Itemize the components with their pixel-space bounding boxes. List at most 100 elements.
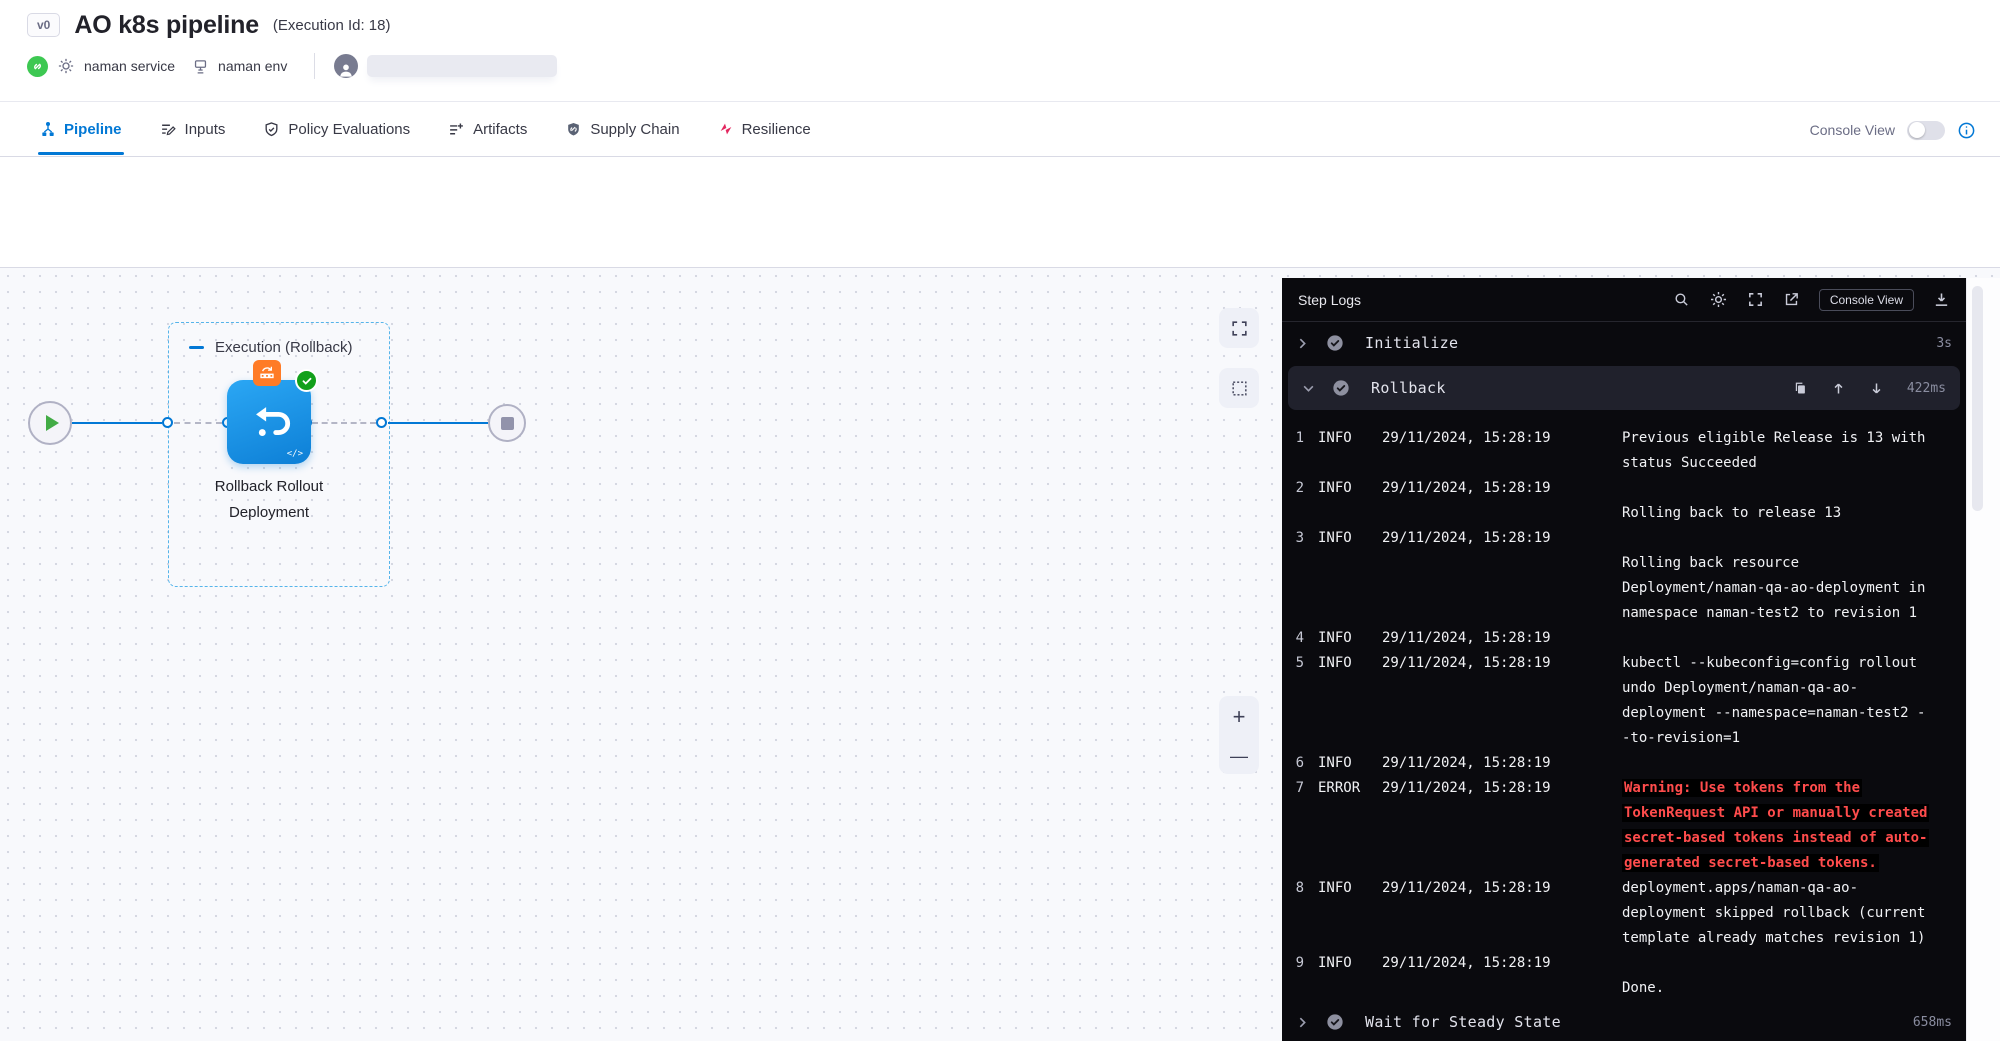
canvas-fullscreen-button[interactable] xyxy=(1219,308,1259,348)
copy-icon[interactable] xyxy=(1793,381,1808,396)
log-scrollbar[interactable] xyxy=(1966,278,2000,1041)
log-line: deployment skipped rollback (current xyxy=(1294,901,1966,926)
success-check-badge xyxy=(295,369,318,392)
shield-check-icon xyxy=(263,121,280,138)
check-circle-icon xyxy=(1332,379,1350,397)
tab-policy-evaluations[interactable]: Policy Evaluations xyxy=(263,121,410,138)
canvas-marquee-select-button[interactable] xyxy=(1219,368,1259,408)
console-view-toggle[interactable] xyxy=(1907,121,1945,140)
log-line: Rolling back to release 13 xyxy=(1294,501,1966,526)
start-node xyxy=(28,401,72,445)
chevron-down-icon xyxy=(1302,382,1315,395)
gear-icon xyxy=(57,57,75,75)
connector-port xyxy=(162,417,173,428)
arrow-down-icon[interactable] xyxy=(1869,381,1884,396)
zoom-in-button[interactable]: + xyxy=(1233,706,1246,728)
resilience-chaos-icon xyxy=(718,121,734,137)
tab-pipeline[interactable]: Pipeline xyxy=(40,121,122,138)
step-label: Initialize xyxy=(1365,334,1458,352)
check-circle-icon xyxy=(1326,1013,1344,1031)
stage-summary-bar: s1 Started at: 29/11/2024, 15:27:56 Dura… xyxy=(0,157,2000,268)
stop-icon xyxy=(501,417,514,430)
rollback-arrow-icon xyxy=(246,399,292,445)
step-label: Rollback xyxy=(1371,379,1446,397)
version-badge: v0 xyxy=(27,13,60,37)
step-label: Wait for Steady State xyxy=(1365,1013,1561,1031)
play-icon xyxy=(46,415,59,431)
artifacts-icon xyxy=(448,121,465,138)
environment-icon xyxy=(192,58,209,75)
log-line: 1INFO29/11/2024, 15:28:19Previous eligib… xyxy=(1294,426,1966,451)
execution-group-title[interactable]: Execution (Rollback) xyxy=(215,339,353,356)
canvas-zoom-controls: + — xyxy=(1219,696,1259,774)
step-duration: 422ms xyxy=(1907,381,1946,396)
tab-bar: Pipeline Inputs Policy Evaluations Artif… xyxy=(0,101,2000,157)
step-duration: 658ms xyxy=(1913,1015,1952,1030)
tab-label: Resilience xyxy=(742,121,811,138)
step-row-wait-for-steady-state[interactable]: Wait for Steady State 658ms xyxy=(1282,1001,1966,1041)
step-duration: 3s xyxy=(1936,336,1952,351)
header-service-name[interactable]: naman service xyxy=(84,58,175,74)
execution-id: (Execution Id: 18) xyxy=(273,17,391,34)
tab-label: Inputs xyxy=(185,121,226,138)
tab-artifacts[interactable]: Artifacts xyxy=(448,121,527,138)
log-line: deployment --namespace=naman-test2 - xyxy=(1294,701,1966,726)
tab-label: Pipeline xyxy=(64,121,122,138)
header-env-name[interactable]: naman env xyxy=(218,58,287,74)
fullscreen-icon[interactable] xyxy=(1747,291,1764,308)
arrow-up-icon[interactable] xyxy=(1831,381,1846,396)
inputs-icon xyxy=(160,121,177,138)
external-link-icon[interactable] xyxy=(1783,291,1800,308)
toggle-knob xyxy=(1909,122,1925,138)
log-lines: 1INFO29/11/2024, 15:28:19Previous eligib… xyxy=(1282,412,1966,1001)
info-icon[interactable] xyxy=(1957,121,1976,140)
edge-dashed-left xyxy=(174,422,222,424)
tab-inputs[interactable]: Inputs xyxy=(160,121,226,138)
log-line: namespace naman-test2 to revision 1 xyxy=(1294,601,1966,626)
edge-end xyxy=(388,422,488,424)
edge-dashed-right xyxy=(312,422,376,424)
pipeline-icon xyxy=(40,121,56,137)
connector-port xyxy=(376,417,387,428)
console-view-button[interactable]: Console View xyxy=(1819,289,1914,311)
pipeline-execution-page: v0 AO k8s pipeline (Execution Id: 18) na… xyxy=(0,0,2000,1041)
scrollbar-thumb[interactable] xyxy=(1972,286,1983,511)
node-label: Rollback Rollout Deployment xyxy=(169,474,369,526)
rollout-badge-icon xyxy=(253,360,281,386)
step-logs-title: Step Logs xyxy=(1298,292,1361,308)
chevron-right-icon xyxy=(1296,337,1309,350)
log-line: secret-based tokens instead of auto- xyxy=(1294,826,1966,851)
log-line: 5INFO29/11/2024, 15:28:19kubectl --kubec… xyxy=(1294,651,1966,676)
log-line: generated secret-based tokens. xyxy=(1294,851,1966,876)
edge-start xyxy=(72,422,162,424)
header-meta: naman service naman env xyxy=(27,52,557,80)
tab-resilience[interactable]: Resilience xyxy=(718,121,811,138)
log-line: 4INFO29/11/2024, 15:28:19 xyxy=(1294,626,1966,651)
log-line: 9INFO29/11/2024, 15:28:19 xyxy=(1294,951,1966,976)
gitops-icon xyxy=(27,56,48,77)
supply-chain-shield-icon xyxy=(565,121,582,138)
step-row-initialize[interactable]: Initialize 3s xyxy=(1282,322,1966,364)
log-line: Rolling back resource xyxy=(1294,551,1966,576)
tab-label: Policy Evaluations xyxy=(288,121,410,138)
log-line: Done. xyxy=(1294,976,1966,1001)
zoom-out-button[interactable]: — xyxy=(1230,747,1248,765)
step-row-rollback[interactable]: Rollback 422ms xyxy=(1288,366,1960,410)
step-logs-panel: Step Logs Console View xyxy=(1282,278,1966,1041)
settings-gear-icon[interactable] xyxy=(1709,290,1728,309)
tab-label: Artifacts xyxy=(473,121,527,138)
log-line: 3INFO29/11/2024, 15:28:19 xyxy=(1294,526,1966,551)
avatar xyxy=(334,54,358,78)
download-icon[interactable] xyxy=(1933,291,1950,308)
search-icon[interactable] xyxy=(1673,291,1690,308)
rollback-step-node[interactable]: </> xyxy=(227,380,311,464)
console-view-toggle-label: Console View xyxy=(1810,122,1895,138)
page-title: AO k8s pipeline xyxy=(74,11,259,40)
log-line: status Succeeded xyxy=(1294,451,1966,476)
log-line: -to-revision=1 xyxy=(1294,726,1966,751)
tab-supply-chain[interactable]: Supply Chain xyxy=(565,121,679,138)
redacted-user-email xyxy=(367,55,557,77)
code-mark: </> xyxy=(287,449,303,459)
collapse-icon[interactable] xyxy=(189,346,204,350)
log-line: 6INFO29/11/2024, 15:28:19 xyxy=(1294,751,1966,776)
